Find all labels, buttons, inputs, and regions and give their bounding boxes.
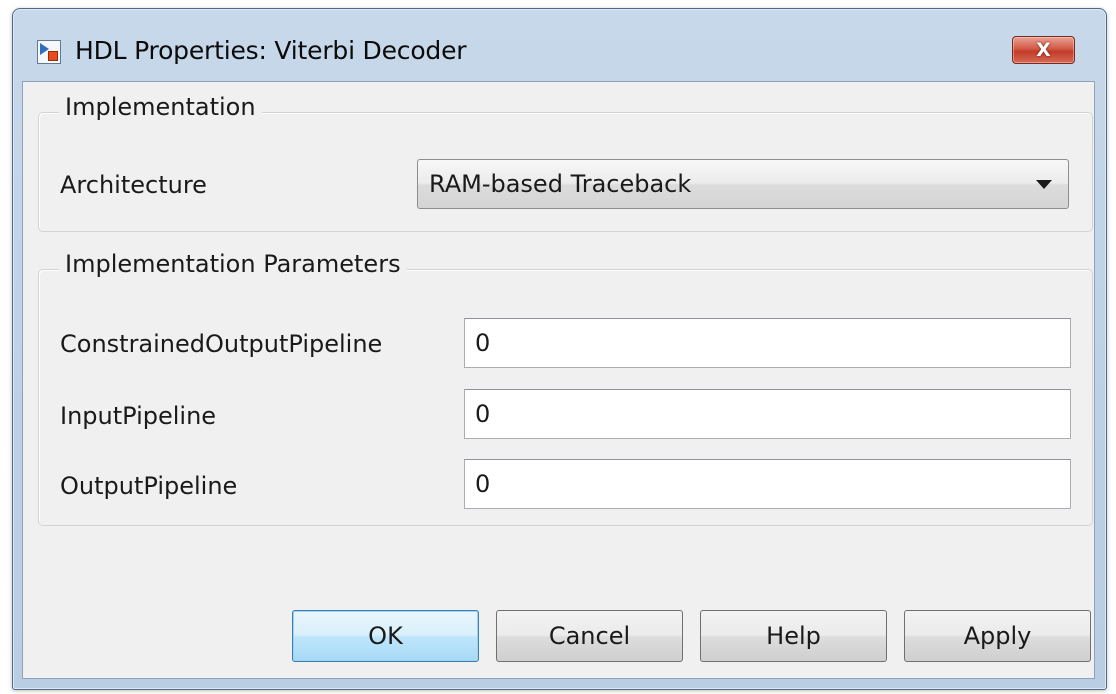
help-button[interactable]: Help [700,610,887,662]
input-pipeline-label: InputPipeline [60,402,217,430]
constrained-output-pipeline-field[interactable] [464,318,1071,368]
title-bar[interactable]: HDL Properties: Viterbi Decoder X [13,9,1106,81]
constrained-output-pipeline-label: ConstrainedOutputPipeline [60,330,383,358]
architecture-label: Architecture [60,171,207,199]
output-pipeline-field[interactable] [464,459,1071,509]
output-pipeline-input[interactable] [465,460,1070,508]
dialog-window: HDL Properties: Viterbi Decoder X Implem… [12,8,1107,690]
input-pipeline-field[interactable] [464,389,1071,439]
close-button[interactable]: X [1012,36,1075,64]
cancel-button[interactable]: Cancel [496,610,683,662]
architecture-dropdown[interactable]: RAM-based Traceback [417,159,1069,209]
ok-button[interactable]: OK [292,610,479,662]
output-pipeline-label: OutputPipeline [60,472,238,500]
input-pipeline-input[interactable] [465,390,1070,438]
implementation-parameters-group-title: Implementation Parameters [59,250,407,278]
apply-button[interactable]: Apply [904,610,1091,662]
icon-block-shape [48,51,58,61]
implementation-group-title: Implementation [59,93,262,121]
window-title: HDL Properties: Viterbi Decoder [75,36,467,65]
constrained-output-pipeline-input[interactable] [465,319,1070,367]
simulink-block-icon [37,40,61,64]
architecture-selected-value: RAM-based Traceback [429,170,692,198]
dialog-client-area: Implementation Architecture RAM-based Tr… [22,81,1095,679]
chevron-down-icon [1036,180,1052,189]
close-x-icon: X [1036,39,1051,61]
